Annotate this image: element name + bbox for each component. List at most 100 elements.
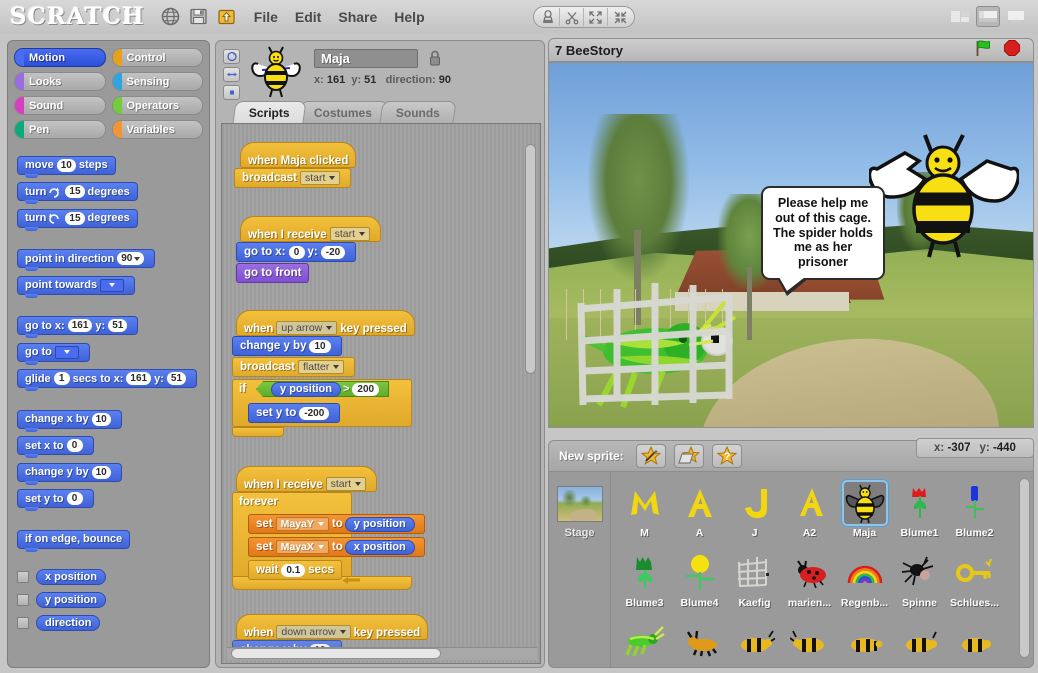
- scripts-canvas[interactable]: when Maja clicked broadcast start when I…: [221, 123, 541, 664]
- goto-x-input[interactable]: 161: [67, 319, 93, 332]
- category-sound[interactable]: Sound: [14, 96, 106, 115]
- menu-help[interactable]: Help: [394, 9, 424, 25]
- sprite-item-regenbogen[interactable]: Regenb...: [837, 548, 892, 618]
- category-operators[interactable]: Operators: [111, 96, 203, 115]
- set-y-input[interactable]: -200: [299, 406, 330, 420]
- sprite-list-scrollbar[interactable]: [1019, 478, 1030, 658]
- palette-block-point-towards[interactable]: point towards: [17, 275, 136, 298]
- script-hat-when-i-receive-start-2[interactable]: when I receive start: [236, 466, 378, 492]
- reporter-y-position[interactable]: y position: [344, 516, 415, 532]
- palette-block-change-x[interactable]: change x by 10: [17, 409, 122, 432]
- stage-selector[interactable]: Stage: [549, 472, 611, 667]
- palette-block-point-in-direction[interactable]: point in direction 90: [17, 249, 156, 271]
- palette-block-set-y[interactable]: set y to 0: [17, 489, 94, 511]
- stamp-tool-button[interactable]: [536, 8, 560, 26]
- sprite-item-ant[interactable]: [672, 618, 727, 667]
- script-hat-when-down-arrow-pressed[interactable]: when down arrow key pressed: [236, 614, 429, 640]
- key-dropdown[interactable]: up arrow: [276, 321, 338, 335]
- shrink-tool-button[interactable]: [608, 8, 632, 26]
- sprite-item-bee4[interactable]: [837, 618, 892, 667]
- y-position-checkbox[interactable]: [17, 593, 29, 606]
- sprite-item-blume3[interactable]: Blume3: [617, 548, 672, 618]
- paint-new-sprite-button[interactable]: [635, 444, 666, 468]
- normal-stage-view-button[interactable]: [976, 6, 1000, 27]
- reporter-direction[interactable]: direction: [36, 614, 101, 631]
- script-hat-when-up-arrow-pressed[interactable]: when up arrow key pressed: [236, 310, 415, 336]
- broadcast-dropdown[interactable]: start: [299, 171, 341, 185]
- set-y-input[interactable]: 0: [66, 492, 83, 505]
- broadcast-dropdown[interactable]: flatter: [297, 360, 345, 374]
- menu-share[interactable]: Share: [338, 9, 377, 25]
- palette-block-turn-cw[interactable]: turn 15 degrees: [17, 182, 138, 204]
- glide-secs-input[interactable]: 1: [53, 372, 70, 385]
- set-x-input[interactable]: 0: [66, 439, 83, 452]
- palette-block-go-to[interactable]: go to: [17, 342, 90, 365]
- category-pen[interactable]: Pen: [14, 120, 106, 139]
- sprite-item-bee3[interactable]: [782, 618, 837, 667]
- tab-scripts[interactable]: Scripts: [232, 101, 307, 123]
- category-motion[interactable]: Motion: [14, 48, 106, 67]
- share-upload-icon[interactable]: [217, 7, 236, 26]
- glide-x-input[interactable]: 161: [126, 372, 152, 385]
- script-hat-when-i-receive-start[interactable]: when I receive start: [240, 216, 382, 242]
- script-block-wait-secs[interactable]: wait 0.1 secs: [248, 560, 342, 580]
- scripts-horizontal-scrollbar[interactable]: [231, 648, 441, 659]
- category-sensing[interactable]: Sensing: [111, 72, 203, 91]
- category-control[interactable]: Control: [111, 48, 203, 67]
- sprite-item-m[interactable]: M: [617, 478, 672, 548]
- scissors-tool-button[interactable]: [560, 8, 584, 26]
- change-y-input[interactable]: 10: [91, 465, 111, 479]
- sprite-item-spinne[interactable]: Spinne: [892, 548, 947, 618]
- script-block-go-to-xy[interactable]: go to x: 0 y: -20: [236, 242, 357, 262]
- goto-y-input[interactable]: -20: [320, 245, 346, 259]
- script-block-change-y-by[interactable]: change y by 10: [232, 336, 342, 356]
- no-rotate-button[interactable]: [223, 85, 240, 100]
- script-block-set-y-to[interactable]: set y to -200: [248, 403, 341, 423]
- menu-edit[interactable]: Edit: [295, 9, 321, 25]
- script-block-broadcast-start[interactable]: broadcast start: [234, 168, 352, 188]
- maja-bee-sprite-on-stage[interactable]: [867, 131, 1021, 259]
- save-icon[interactable]: [189, 7, 208, 26]
- direction-checkbox[interactable]: [17, 616, 29, 629]
- operator-value-input[interactable]: 200: [352, 382, 380, 396]
- sprite-item-grasshopper[interactable]: [617, 618, 672, 667]
- script-block-forever[interactable]: forever: [232, 492, 285, 512]
- palette-block-glide[interactable]: glide 1 secs to x: 161 y: 51: [17, 369, 198, 391]
- sprite-item-blume4[interactable]: Blume4: [672, 548, 727, 618]
- goto-y-input[interactable]: 51: [108, 319, 128, 332]
- script-block-set-mayay[interactable]: set MayaY to y position: [248, 514, 425, 534]
- direction-input[interactable]: 90: [117, 252, 145, 265]
- green-flag-icon[interactable]: [974, 39, 993, 62]
- turn-cw-input[interactable]: 15: [65, 185, 85, 198]
- palette-block-if-on-edge-bounce[interactable]: if on edge, bounce: [17, 529, 131, 552]
- receive-message-dropdown[interactable]: start: [329, 227, 371, 241]
- palette-block-change-y[interactable]: change y by 10: [17, 462, 122, 485]
- script-block-broadcast-flatter[interactable]: broadcast flatter: [232, 357, 356, 377]
- category-variables[interactable]: Variables: [111, 120, 203, 139]
- point-towards-dropdown[interactable]: [100, 278, 125, 292]
- reporter-x-position[interactable]: x position: [344, 539, 415, 555]
- goto-x-input[interactable]: 0: [288, 245, 305, 259]
- change-x-input[interactable]: 10: [91, 412, 111, 426]
- surprise-sprite-button[interactable]: ?: [711, 444, 742, 468]
- goto-dropdown[interactable]: [54, 345, 79, 359]
- tab-sounds[interactable]: Sounds: [379, 101, 457, 123]
- scripts-vertical-scrollbar[interactable]: [525, 144, 536, 374]
- palette-block-turn-ccw[interactable]: turn 15 degrees: [17, 208, 138, 231]
- reporter-x-position[interactable]: x position: [36, 568, 106, 585]
- cage-sprite-on-stage[interactable]: [577, 279, 755, 409]
- script-hat-when-sprite-clicked[interactable]: when Maja clicked: [240, 142, 357, 168]
- turn-ccw-input[interactable]: 15: [65, 211, 85, 225]
- change-y-input[interactable]: 10: [309, 339, 331, 353]
- palette-block-move[interactable]: move 10 steps: [17, 155, 116, 178]
- open-sprite-file-button[interactable]: [673, 444, 704, 468]
- sprite-item-kaefig[interactable]: Kaefig: [727, 548, 782, 618]
- script-block-go-to-front[interactable]: go to front: [236, 263, 310, 283]
- sprite-item-a[interactable]: A: [672, 478, 727, 548]
- sprite-item-marienkaefer[interactable]: marien...: [782, 548, 837, 618]
- palette-block-go-to-xy[interactable]: go to x: 161 y: 51: [17, 316, 139, 338]
- sprite-item-bee6[interactable]: [947, 618, 1002, 667]
- rotate-freely-button[interactable]: [223, 49, 240, 64]
- presentation-view-button[interactable]: [1004, 6, 1028, 27]
- wait-secs-input[interactable]: 0.1: [281, 563, 306, 577]
